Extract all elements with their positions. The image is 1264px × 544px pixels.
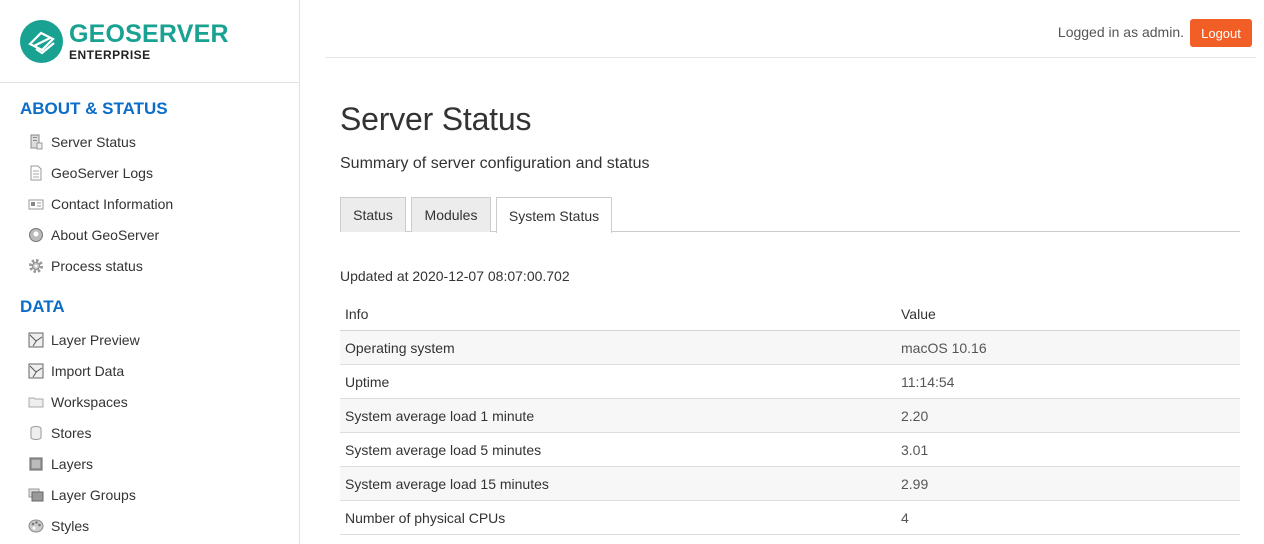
value-cell: 2.20 bbox=[901, 408, 929, 424]
layer-group-icon bbox=[28, 488, 44, 502]
info-cell: Operating system bbox=[345, 340, 455, 356]
sidebar-item-label: Workspaces bbox=[51, 394, 128, 410]
sidebar-item-stores[interactable]: Stores bbox=[28, 423, 91, 443]
gear-icon bbox=[29, 259, 43, 273]
table-header-row: Info Value bbox=[340, 297, 1240, 331]
sidebar-item-geoserver-logs[interactable]: GeoServer Logs bbox=[28, 163, 153, 183]
value-cell: 11:14:54 bbox=[901, 374, 955, 390]
sidebar-item-label: Layers bbox=[51, 456, 94, 472]
geoserver-logo[interactable]: GEOSERVER ENTERPRISE bbox=[20, 18, 280, 64]
value-cell: 4 bbox=[901, 510, 909, 526]
tab-status[interactable]: Status bbox=[340, 197, 406, 232]
sidebar-item-label: Stores bbox=[51, 425, 92, 441]
section-title-data: DATA bbox=[20, 297, 65, 316]
sidebar-item-layer-groups[interactable]: Layer Groups bbox=[28, 485, 136, 505]
sidebar-item-label: GeoServer Logs bbox=[51, 165, 153, 181]
info-cell: System average load 5 minutes bbox=[345, 442, 542, 458]
sidebar-item-layer-preview[interactable]: Layer Preview bbox=[28, 330, 140, 350]
sidebar-item-label: Styles bbox=[51, 518, 90, 534]
document-icon bbox=[30, 165, 42, 181]
sidebar-item-label: Contact Information bbox=[51, 196, 174, 212]
sidebar-item-label: Server Status bbox=[51, 134, 136, 150]
sidebar-item-label: Layer Groups bbox=[51, 487, 136, 503]
layer-icon bbox=[29, 457, 43, 471]
tab-system-status[interactable]: System Status bbox=[496, 197, 612, 233]
table-row: System average load 5 minutes 3.01 bbox=[340, 433, 1240, 467]
database-icon bbox=[30, 426, 42, 440]
logo-title: GEOSERVER bbox=[69, 19, 229, 48]
top-bar: Logged in as admin. Logout bbox=[325, 0, 1256, 58]
sidebar-item-contact-information[interactable]: Contact Information bbox=[28, 194, 173, 214]
sidebar-item-server-status[interactable]: Server Status bbox=[28, 132, 136, 152]
sidebar-item-label: About GeoServer bbox=[51, 227, 160, 243]
map-import-icon bbox=[28, 363, 44, 379]
table-row: Operating system macOS 10.16 bbox=[340, 331, 1240, 365]
system-status-table: Info Value Operating system macOS 10.16 … bbox=[340, 297, 1240, 535]
sidebar-item-process-status[interactable]: Process status bbox=[28, 256, 143, 276]
info-icon bbox=[29, 228, 43, 242]
table-row: Number of physical CPUs 4 bbox=[340, 501, 1240, 535]
tab-modules[interactable]: Modules bbox=[411, 197, 491, 232]
section-title-about-status: ABOUT & STATUS bbox=[20, 99, 168, 118]
contact-card-icon bbox=[28, 199, 44, 210]
map-icon bbox=[28, 332, 44, 348]
main-content: Logged in as admin. Logout Server Status… bbox=[300, 0, 1264, 544]
logout-button[interactable]: Logout bbox=[1190, 19, 1252, 47]
info-cell: Number of physical CPUs bbox=[345, 510, 506, 526]
table-row: Uptime 11:14:54 bbox=[340, 365, 1240, 399]
page-title: Server Status bbox=[340, 101, 532, 137]
sidebar-item-styles[interactable]: Styles bbox=[28, 516, 89, 536]
folder-icon bbox=[28, 397, 44, 408]
value-cell: macOS 10.16 bbox=[901, 340, 987, 356]
column-header-value: Value bbox=[901, 306, 936, 322]
tab-bar: Status Modules System Status bbox=[340, 197, 1240, 233]
info-cell: Uptime bbox=[345, 374, 390, 390]
table-row: System average load 1 minute 2.20 bbox=[340, 399, 1240, 433]
palette-icon bbox=[28, 519, 44, 533]
logo-subtitle: ENTERPRISE bbox=[69, 47, 151, 62]
value-cell: 3.01 bbox=[901, 442, 929, 458]
info-cell: System average load 1 minute bbox=[345, 408, 535, 424]
column-header-info: Info bbox=[345, 306, 369, 322]
sidebar-item-import-data[interactable]: Import Data bbox=[28, 361, 124, 381]
table-row: System average load 15 minutes 2.99 bbox=[340, 467, 1240, 501]
updated-timestamp: Updated at 2020-12-07 08:07:00.702 bbox=[340, 268, 570, 284]
login-status: Logged in as admin. bbox=[1057, 24, 1184, 40]
sidebar-item-label: Process status bbox=[51, 258, 143, 274]
sidebar-item-layers[interactable]: Layers bbox=[28, 454, 93, 474]
geoserver-logo-icon bbox=[20, 19, 63, 63]
sidebar-divider bbox=[0, 82, 300, 83]
info-cell: System average load 15 minutes bbox=[345, 476, 549, 492]
sidebar-item-about-geoserver[interactable]: About GeoServer bbox=[28, 225, 159, 245]
value-cell: 2.99 bbox=[901, 476, 929, 492]
sidebar-item-workspaces[interactable]: Workspaces bbox=[28, 392, 128, 412]
sidebar-item-label: Layer Preview bbox=[51, 332, 140, 348]
sidebar: GEOSERVER ENTERPRISE ABOUT & STATUS Serv… bbox=[0, 0, 300, 544]
server-icon bbox=[30, 134, 43, 150]
page-subtitle: Summary of server configuration and stat… bbox=[340, 155, 650, 172]
sidebar-item-label: Import Data bbox=[51, 363, 125, 379]
